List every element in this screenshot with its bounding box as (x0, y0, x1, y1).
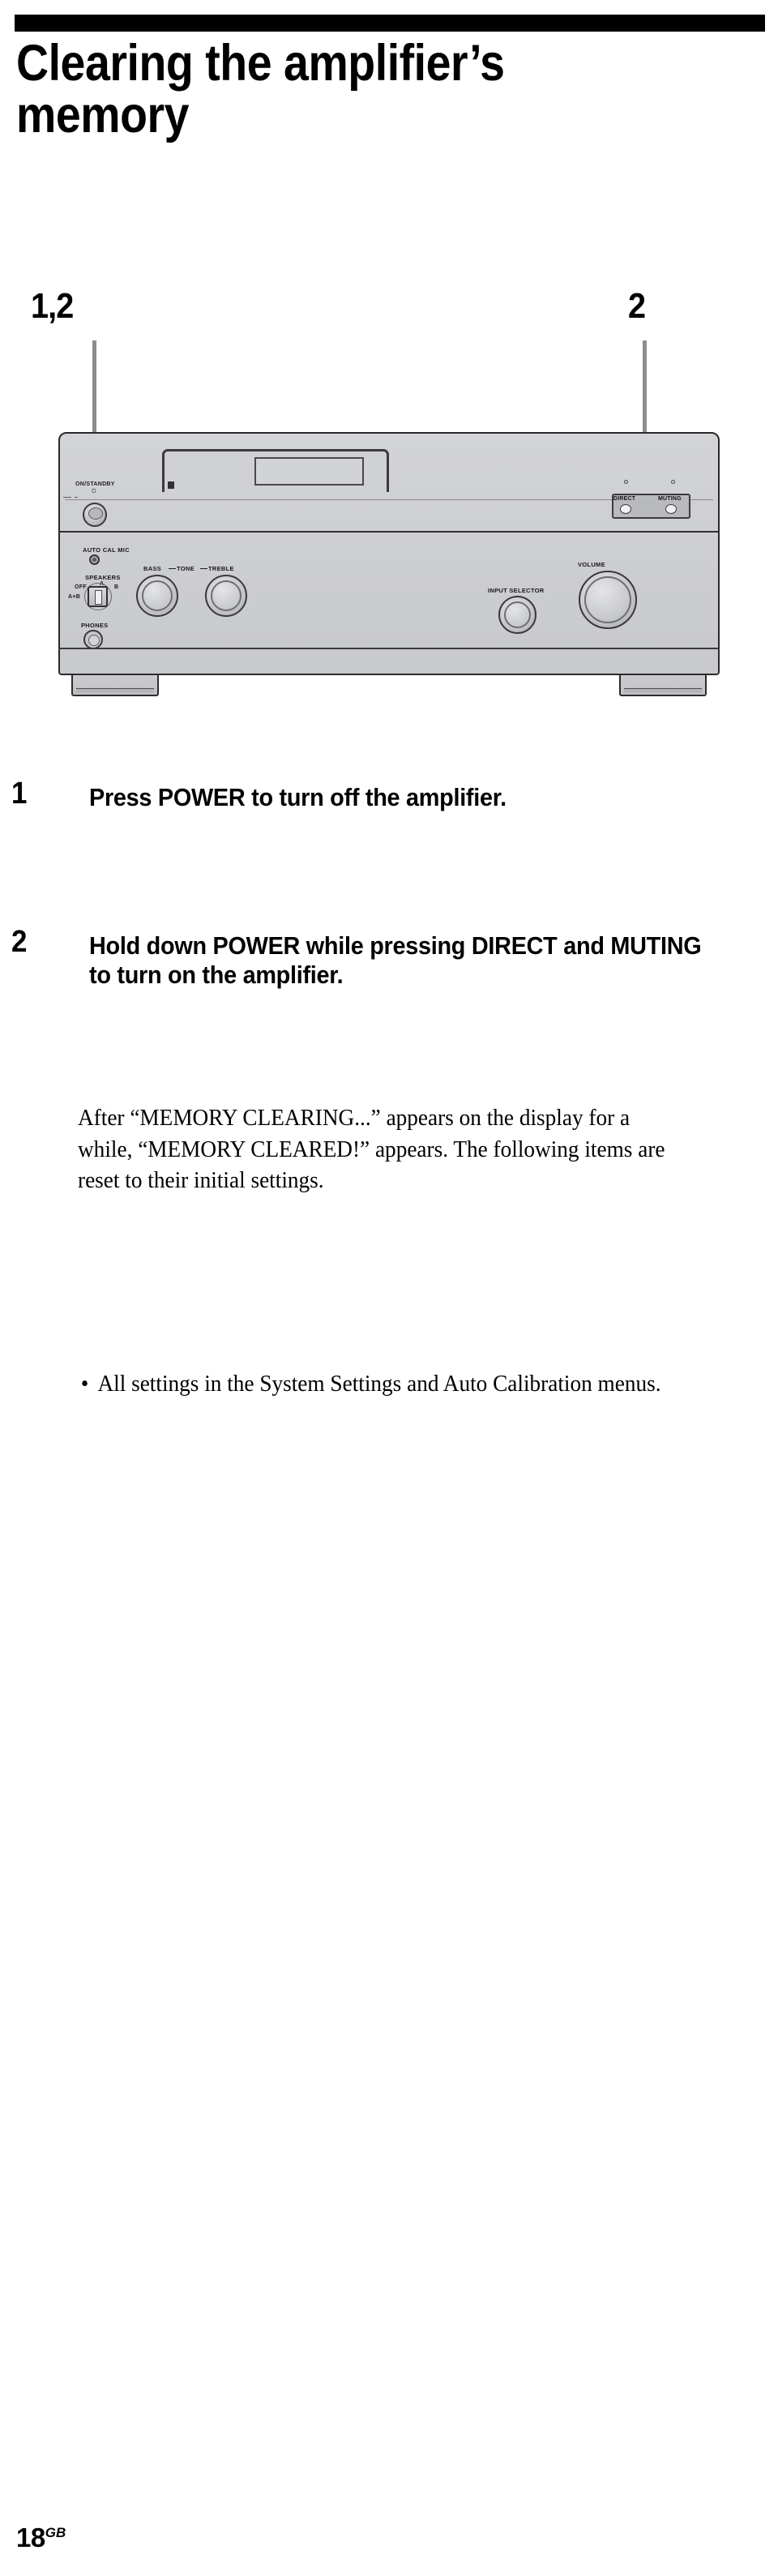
amplifier-fascia-divider (58, 531, 720, 533)
amplifier-display-indicator-icon (168, 481, 174, 489)
step-2-number: 2 (11, 925, 27, 959)
panel-tick-mark-b (75, 497, 78, 498)
phones-label: PHONES (81, 622, 109, 629)
auto-cal-mic-label: AUTO CAL MIC (83, 546, 130, 554)
manual-page: Clearing the amplifier’s memory 1,2 2 ON… (0, 0, 778, 2576)
page-title: Clearing the amplifier’s memory (16, 35, 505, 144)
speakers-off-label: OFF (75, 584, 87, 590)
page-number: 18 (16, 2523, 45, 2552)
step-2-text: Hold down POWER while pressing DIRECT an… (89, 931, 702, 990)
amplifier-bottom-edge (58, 648, 720, 649)
phones-jack[interactable] (83, 630, 103, 649)
list-item: • All settings in the System Settings an… (78, 1368, 687, 1400)
reset-items-list: • All settings in the System Settings an… (78, 1368, 687, 1400)
on-standby-label: ON/STANDBY (75, 481, 115, 487)
page-region-code: GB (45, 2525, 66, 2540)
direct-label: DIRECT (613, 496, 636, 502)
volume-label: VOLUME (578, 561, 605, 568)
muting-label: MUTING (658, 496, 682, 502)
treble-knob[interactable] (205, 575, 247, 617)
step-1-number: 1 (11, 777, 27, 811)
power-button[interactable] (83, 503, 107, 527)
speakers-selector-switch[interactable] (88, 586, 108, 607)
power-symbol-icon: ⏻ (92, 489, 96, 494)
speakers-b-label: B (114, 584, 119, 590)
amplifier-chassis (58, 432, 720, 675)
tone-rule-left (169, 568, 176, 569)
amplifier-foot-left (71, 674, 159, 696)
panel-screw-dot-b (671, 480, 675, 484)
muting-button[interactable] (665, 504, 677, 514)
amplifier-foot-right (619, 674, 707, 696)
panel-screw-dot-a (624, 480, 628, 484)
callout-label-direct-muting: 2 (628, 286, 646, 326)
tone-label: TONE (177, 565, 194, 572)
amplifier-display-screen (254, 457, 364, 486)
panel-tick-mark-a (63, 497, 71, 498)
step-2-description: After “MEMORY CLEARING...” appears on th… (78, 1102, 687, 1196)
auto-cal-mic-jack[interactable] (89, 554, 100, 565)
treble-label: TREBLE (208, 565, 234, 572)
tone-rule-right (200, 568, 207, 569)
input-selector-label: INPUT SELECTOR (488, 587, 545, 594)
bass-label: BASS (143, 565, 162, 572)
description-paragraph: After “MEMORY CLEARING...” appears on th… (78, 1105, 665, 1194)
page-footer: 18GB (16, 2524, 66, 2551)
direct-button[interactable] (620, 504, 631, 514)
speakers-label: SPEAKERS (85, 574, 121, 581)
bullet-marker-icon: • (80, 1371, 89, 1397)
volume-knob[interactable] (579, 571, 637, 629)
input-selector-knob[interactable] (498, 596, 536, 634)
speakers-a-plus-b-label: A+B (68, 594, 81, 600)
callout-label-power: 1,2 (31, 286, 74, 326)
step-1-text: Press POWER to turn off the amplifier. (89, 783, 507, 811)
header-rule (15, 15, 765, 32)
bass-knob[interactable] (136, 575, 178, 617)
list-item-text: All settings in the System Settings and … (97, 1371, 661, 1397)
